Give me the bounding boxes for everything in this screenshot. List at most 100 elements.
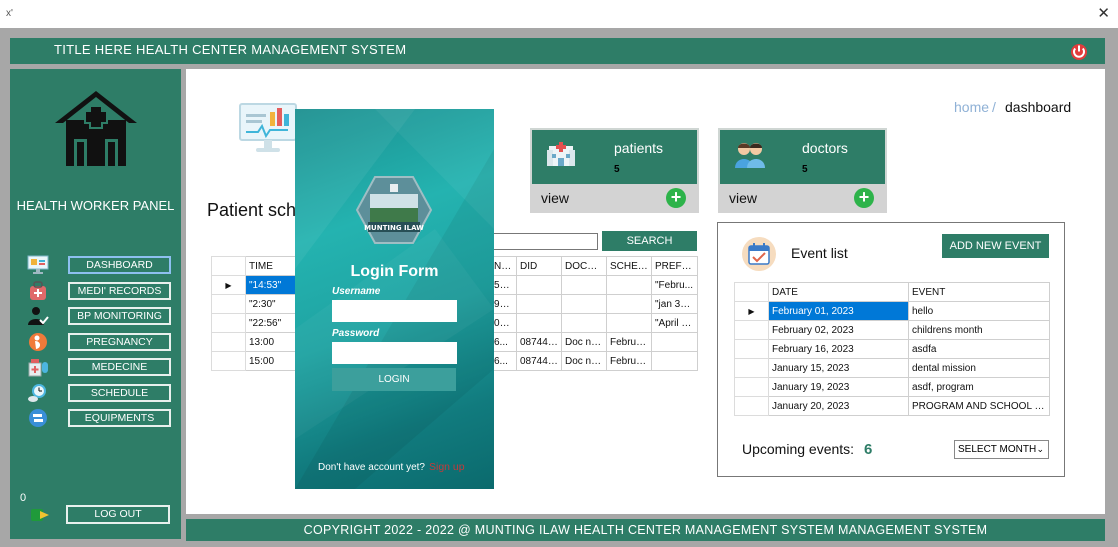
username-field[interactable]: [332, 300, 457, 322]
table-cell[interactable]: hello: [908, 301, 1050, 321]
schedule-button[interactable]: SCHEDULE: [68, 384, 171, 402]
table-cell[interactable]: "Febru...: [651, 275, 698, 295]
table-row[interactable]: 91... "jan 30...: [490, 294, 698, 314]
table-cell[interactable]: [561, 313, 607, 333]
table-cell[interactable]: January 19, 2023: [768, 377, 909, 397]
table-cell[interactable]: February 01, 2023: [768, 301, 909, 321]
table-cell[interactable]: Februar...: [606, 332, 652, 352]
table-cell[interactable]: Februar...: [606, 351, 652, 371]
row-selector[interactable]: ▶: [211, 275, 246, 295]
dashboard-button[interactable]: DASHBOARD: [68, 256, 171, 274]
table-cell[interactable]: January 15, 2023: [768, 358, 909, 378]
column-header-time[interactable]: TIME: [245, 256, 296, 276]
table-cell[interactable]: "22:56": [245, 313, 296, 333]
table-cell[interactable]: asdfa: [908, 339, 1050, 359]
table-row[interactable]: ▶ "14:53": [211, 275, 296, 295]
sidebar-item-medi-records[interactable]: MEDI' RECORDS: [27, 281, 177, 300]
table-row[interactable]: "2:30": [211, 294, 296, 314]
medecine-button[interactable]: MEDECINE: [68, 358, 171, 376]
table-cell[interactable]: 09...: [490, 313, 517, 333]
table-row[interactable]: 59... "Febru...: [490, 275, 698, 295]
row-selector[interactable]: [211, 313, 246, 333]
column-header-schedule[interactable]: SCHEDU: [606, 256, 652, 276]
table-row[interactable]: January 15, 2023 dental mission: [734, 358, 1050, 378]
add-new-event-button[interactable]: ADD NEW EVENT: [942, 234, 1049, 258]
table-cell[interactable]: 6...: [490, 351, 517, 371]
table-row[interactable]: January 20, 2023 PROGRAM AND SCHOOL W...: [734, 396, 1050, 416]
close-icon[interactable]: ✕: [1097, 4, 1110, 22]
patient-schedule-table-right[interactable]: NTAC DID DOCTOR SCHEDU PREFER 59... "Feb…: [490, 256, 698, 371]
table-cell[interactable]: [561, 294, 607, 314]
column-header-did[interactable]: DID: [516, 256, 562, 276]
table-cell[interactable]: childrens month: [908, 320, 1050, 340]
table-cell[interactable]: 59...: [490, 275, 517, 295]
table-cell[interactable]: asdf, program: [908, 377, 1050, 397]
table-cell[interactable]: 087447...: [516, 332, 562, 352]
table-row[interactable]: 13:00: [211, 332, 296, 352]
column-header-contact[interactable]: NTAC: [490, 256, 517, 276]
sidebar-item-equipments[interactable]: EQUIPMENTS: [27, 409, 177, 427]
table-cell[interactable]: "2:30": [245, 294, 296, 314]
table-row[interactable]: February 16, 2023 asdfa: [734, 339, 1050, 359]
table-row[interactable]: 6... 087447... Doc no... Februar...: [490, 332, 698, 352]
pregnancy-button[interactable]: PREGNANCY: [68, 333, 171, 351]
bp-monitoring-button[interactable]: BP MONITORING: [68, 307, 171, 325]
row-selector[interactable]: [211, 294, 246, 314]
add-patient-icon[interactable]: +: [666, 188, 686, 208]
sidebar-item-pregnancy[interactable]: PREGNANCY: [27, 333, 177, 351]
table-cell[interactable]: [651, 351, 698, 371]
sidebar-item-bp-monitoring[interactable]: BP MONITORING: [27, 307, 177, 325]
table-cell[interactable]: [606, 294, 652, 314]
table-row[interactable]: January 19, 2023 asdf, program: [734, 377, 1050, 397]
table-cell[interactable]: February 16, 2023: [768, 339, 909, 359]
table-cell[interactable]: dental mission: [908, 358, 1050, 378]
table-row[interactable]: 15:00: [211, 351, 296, 371]
column-header-prefer[interactable]: PREFER: [651, 256, 698, 276]
table-cell[interactable]: [606, 313, 652, 333]
patient-schedule-table-left[interactable]: TIME ▶ "14:53" "2:30" "22:56" 13:00 15:0…: [211, 256, 296, 371]
doctors-view-link[interactable]: view: [729, 190, 757, 206]
row-selector[interactable]: [734, 339, 769, 359]
event-list-table[interactable]: DATE EVENT ▶ February 01, 2023 hello Feb…: [734, 282, 1050, 416]
table-row[interactable]: 6... 087447... Doc no... Februar...: [490, 351, 698, 371]
table-row[interactable]: 09... "April 1...: [490, 313, 698, 333]
table-cell[interactable]: "jan 30...: [651, 294, 698, 314]
table-cell[interactable]: 91...: [490, 294, 517, 314]
row-selector[interactable]: [734, 358, 769, 378]
table-cell[interactable]: Doc no...: [561, 351, 607, 371]
select-month-dropdown[interactable]: SELECT MONTH ⌄: [954, 440, 1049, 459]
table-cell[interactable]: 13:00: [245, 332, 296, 352]
table-cell[interactable]: [561, 275, 607, 295]
table-cell[interactable]: 6...: [490, 332, 517, 352]
row-selector[interactable]: [734, 377, 769, 397]
breadcrumb-home-link[interactable]: home: [954, 99, 989, 115]
patients-view-link[interactable]: view: [541, 190, 569, 206]
add-doctor-icon[interactable]: +: [854, 188, 874, 208]
table-cell[interactable]: February 02, 2023: [768, 320, 909, 340]
logout-button[interactable]: LOG OUT: [66, 505, 170, 524]
table-row[interactable]: ▶ February 01, 2023 hello: [734, 301, 1050, 321]
sidebar-item-dashboard[interactable]: DASHBOARD: [27, 255, 177, 274]
table-cell[interactable]: 087447...: [516, 351, 562, 371]
row-selector[interactable]: ▶: [734, 301, 769, 321]
column-header-date[interactable]: DATE: [768, 282, 909, 302]
row-selector[interactable]: [211, 332, 246, 352]
table-cell[interactable]: 15:00: [245, 351, 296, 371]
table-cell[interactable]: [516, 294, 562, 314]
row-selector[interactable]: [734, 320, 769, 340]
power-icon[interactable]: [1069, 41, 1089, 61]
table-cell[interactable]: [516, 275, 562, 295]
row-selector[interactable]: [734, 396, 769, 416]
table-cell[interactable]: January 20, 2023: [768, 396, 909, 416]
password-field[interactable]: [332, 342, 457, 364]
table-row[interactable]: "22:56": [211, 313, 296, 333]
table-cell[interactable]: "14:53": [245, 275, 296, 295]
medi-records-button[interactable]: MEDI' RECORDS: [68, 282, 171, 300]
search-button[interactable]: SEARCH: [602, 231, 697, 251]
column-header-event[interactable]: EVENT: [908, 282, 1050, 302]
sidebar-item-schedule[interactable]: SCHEDULE: [27, 384, 177, 402]
table-cell[interactable]: [651, 332, 698, 352]
search-input[interactable]: [478, 233, 598, 250]
login-button[interactable]: LOGIN: [332, 368, 456, 391]
sidebar-item-medecine[interactable]: MEDECINE: [27, 358, 177, 377]
